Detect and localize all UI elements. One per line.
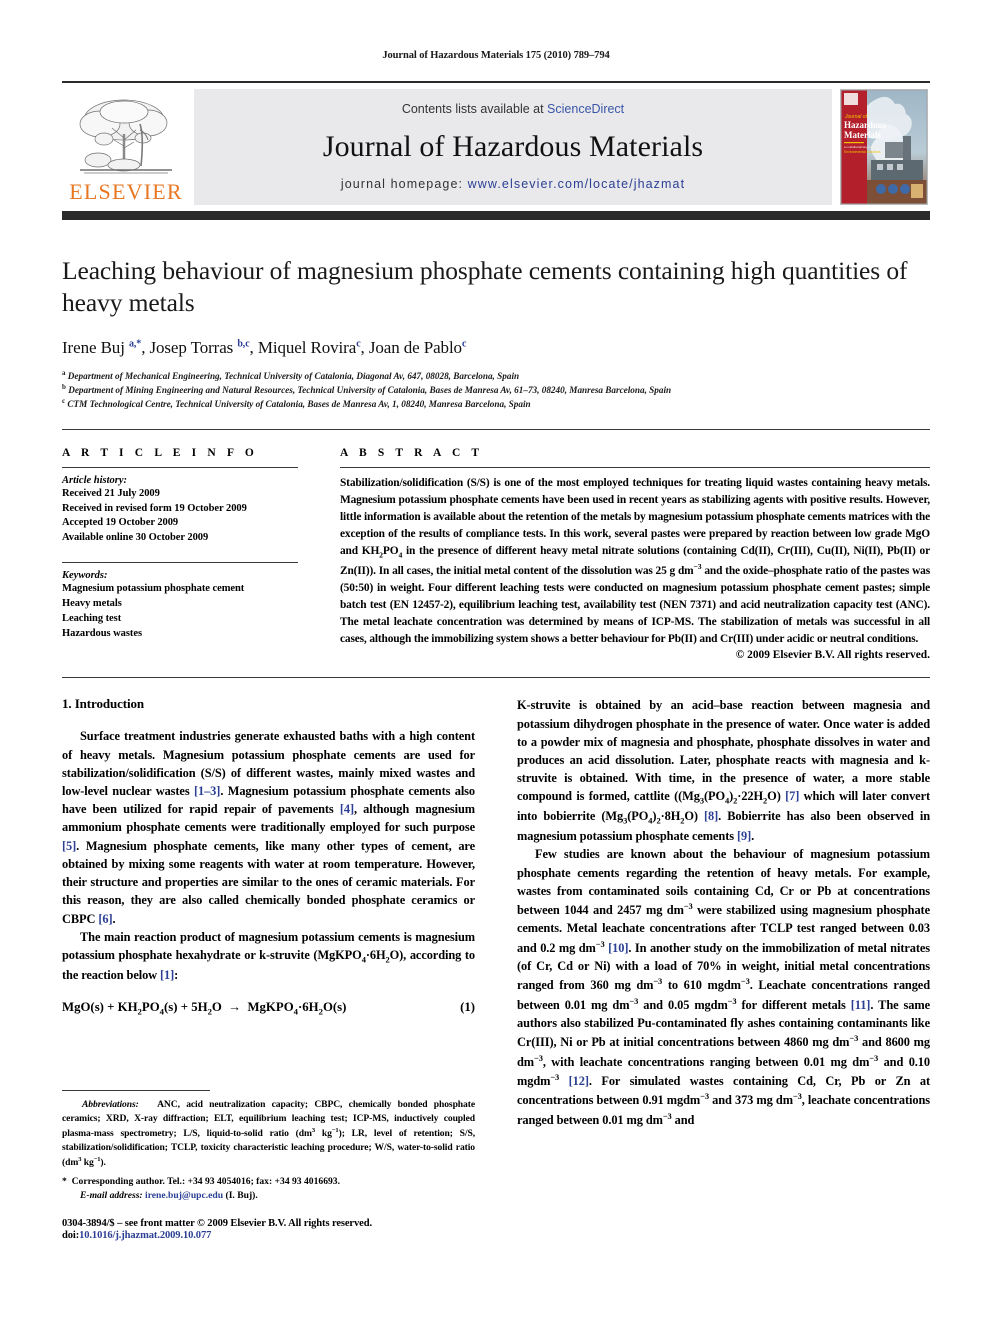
affiliation-text-b: Department of Mining Engineering and Nat… xyxy=(68,385,672,396)
journal-banner: Contents lists available at ScienceDirec… xyxy=(194,89,832,205)
homepage-prefix-text: journal homepage: xyxy=(340,177,468,191)
abstract-bottom-rule xyxy=(62,677,930,679)
info-abstract-row: A R T I C L E I N F O Article history: R… xyxy=(62,446,930,662)
journal-title: Journal of Hazardous Materials xyxy=(322,129,704,163)
keyword-item-4: Hazardous wastes xyxy=(62,627,142,639)
article-info-heading: A R T I C L E I N F O xyxy=(62,446,258,459)
elsevier-tree-icon xyxy=(79,99,172,174)
abstract-copyright: © 2009 Elsevier B.V. All rights reserved… xyxy=(735,649,930,662)
abstract-body: Stabilization/solidification (S/S) is on… xyxy=(340,476,930,646)
affiliation-c: c CTM Technological Centre, Technical Un… xyxy=(62,397,930,411)
abstract-heading: A B S T R A C T xyxy=(340,446,484,459)
doi-prefix: doi: xyxy=(62,1230,80,1241)
title-block: Leaching behaviour of magnesium phosphat… xyxy=(62,220,930,412)
history-online: Available online 30 October 2009 xyxy=(62,532,209,544)
elsevier-wordmark: ELSEVIER xyxy=(69,179,183,204)
affiliation-b: b Department of Mining Engineering and N… xyxy=(62,383,930,397)
keyword-item-1: Magnesium potassium phosphate cement xyxy=(62,583,245,595)
body-columns: 1. Introduction Surface treatment indust… xyxy=(62,696,930,1129)
contents-available-line: Contents lists available at ScienceDirec… xyxy=(402,102,624,116)
doi-link[interactable]: 10.1016/j.jhazmat.2009.10.077 xyxy=(79,1230,211,1241)
equation-1: MgO(s) + KH2PO4(s) + 5H2O → MgKPO4·6H2O(… xyxy=(62,1000,475,1017)
abstract-rule xyxy=(340,466,930,468)
title-bottom-rule xyxy=(62,428,930,430)
affiliation-marker-a: a xyxy=(62,369,66,378)
section-heading-introduction: 1. Introduction xyxy=(62,696,145,712)
corresponding-email-footnote: E-mail address: irene.buj@upc.edu (I. Bu… xyxy=(80,1190,258,1202)
affiliation-marker-b: b xyxy=(62,383,66,392)
page-title: Leaching behaviour of magnesium phosphat… xyxy=(62,256,908,317)
intro-paragraph-2: The main reaction product of magnesium p… xyxy=(62,929,475,982)
sciencedirect-link[interactable]: ScienceDirect xyxy=(547,102,624,116)
keyword-item-2: Heavy metals xyxy=(62,598,122,610)
keywords-rule xyxy=(62,562,298,564)
journal-homepage-line: journal homepage: www.elsevier.com/locat… xyxy=(341,177,685,191)
history-revised: Received in revised form 19 October 2009 xyxy=(62,502,247,514)
body-column-right: K-struvite is obtained by an acid–base r… xyxy=(496,696,930,1129)
intro-paragraph-1: Surface treatment industries generate ex… xyxy=(62,729,476,926)
keywords-label: Keywords: xyxy=(62,570,108,582)
article-info-rule xyxy=(62,466,298,468)
footnote-separator-rule xyxy=(62,1090,210,1091)
article-history-label: Article history: xyxy=(62,474,128,486)
keyword-item-3: Leaching test xyxy=(62,613,122,625)
svg-text:Materials: Materials xyxy=(844,130,881,140)
footer-block: 0304-3894/$ – see front matter © 2009 El… xyxy=(62,1218,512,1241)
elsevier-logo: ELSEVIER xyxy=(62,89,190,205)
journal-cover-image: Journal of Hazardous Materials a multidi… xyxy=(840,89,928,205)
affiliation-a: a Department of Mechanical Engineering, … xyxy=(62,369,930,383)
abstract-column: A B S T R A C T Stabilization/solidifica… xyxy=(320,446,930,662)
svg-text:Hazardous: Hazardous xyxy=(844,120,887,130)
affiliation-text-a: Department of Mechanical Engineering, Te… xyxy=(67,371,520,382)
affiliation-marker-c: c xyxy=(62,397,66,406)
masthead-bottom-rule xyxy=(62,211,930,220)
affiliation-list: a Department of Mechanical Engineering, … xyxy=(62,369,930,411)
footnote-zone: Abbreviations: ANC, acid neutralization … xyxy=(62,1090,475,1203)
body-column-left: 1. Introduction Surface treatment indust… xyxy=(62,696,496,1129)
paper-page: Journal of Hazardous Materials 175 (2010… xyxy=(0,0,992,1323)
keywords-block: Keywords: Magnesium potassium phosphate … xyxy=(62,570,298,642)
corresponding-author-footnote: * Corresponding author. Tel.: +34 93 405… xyxy=(62,1175,340,1187)
affiliation-text-c: CTM Technological Centre, Technical Univ… xyxy=(67,399,531,410)
svg-text:a multidisciplinary journal: a multidisciplinary journal xyxy=(844,145,878,149)
journal-cover-thumbnail: Journal of Hazardous Materials a multidi… xyxy=(838,89,930,205)
running-head: Journal of Hazardous Materials 175 (2010… xyxy=(382,50,610,61)
article-info-column: A R T I C L E I N F O Article history: R… xyxy=(62,447,320,662)
equation-1-number: (1) xyxy=(460,1000,475,1015)
equation-1-expression: MgO(s) + KH2PO4(s) + 5H2O → MgKPO4·6H2O(… xyxy=(62,1000,347,1017)
cover-artwork-icon: Journal of Hazardous Materials a multidi… xyxy=(841,90,927,204)
issn-copyright-line: 0304-3894/$ – see front matter © 2009 El… xyxy=(62,1218,372,1229)
intro-paragraph-4: Few studies are known about the behaviou… xyxy=(517,847,931,1127)
history-received: Received 21 July 2009 xyxy=(62,487,160,499)
history-accepted: Accepted 19 October 2009 xyxy=(62,517,179,529)
abbreviations-footnote: Abbreviations: ANC, acid neutralization … xyxy=(62,1099,476,1168)
author-list: Irene Buj a,*, Josep Torras b,c, Miquel … xyxy=(62,338,467,358)
doi-line: doi:10.1016/j.jhazmat.2009.10.077 xyxy=(62,1230,512,1241)
contents-prefix-text: Contents lists available at xyxy=(401,102,548,116)
journal-homepage-link[interactable]: www.elsevier.com/locate/jhazmat xyxy=(468,177,686,191)
svg-text:Environmental Solutions: Environmental Solutions xyxy=(844,150,881,154)
intro-paragraph-3: K-struvite is obtained by an acid–base r… xyxy=(517,698,931,844)
journal-masthead: ELSEVIER Contents lists available at Sci… xyxy=(62,81,930,205)
